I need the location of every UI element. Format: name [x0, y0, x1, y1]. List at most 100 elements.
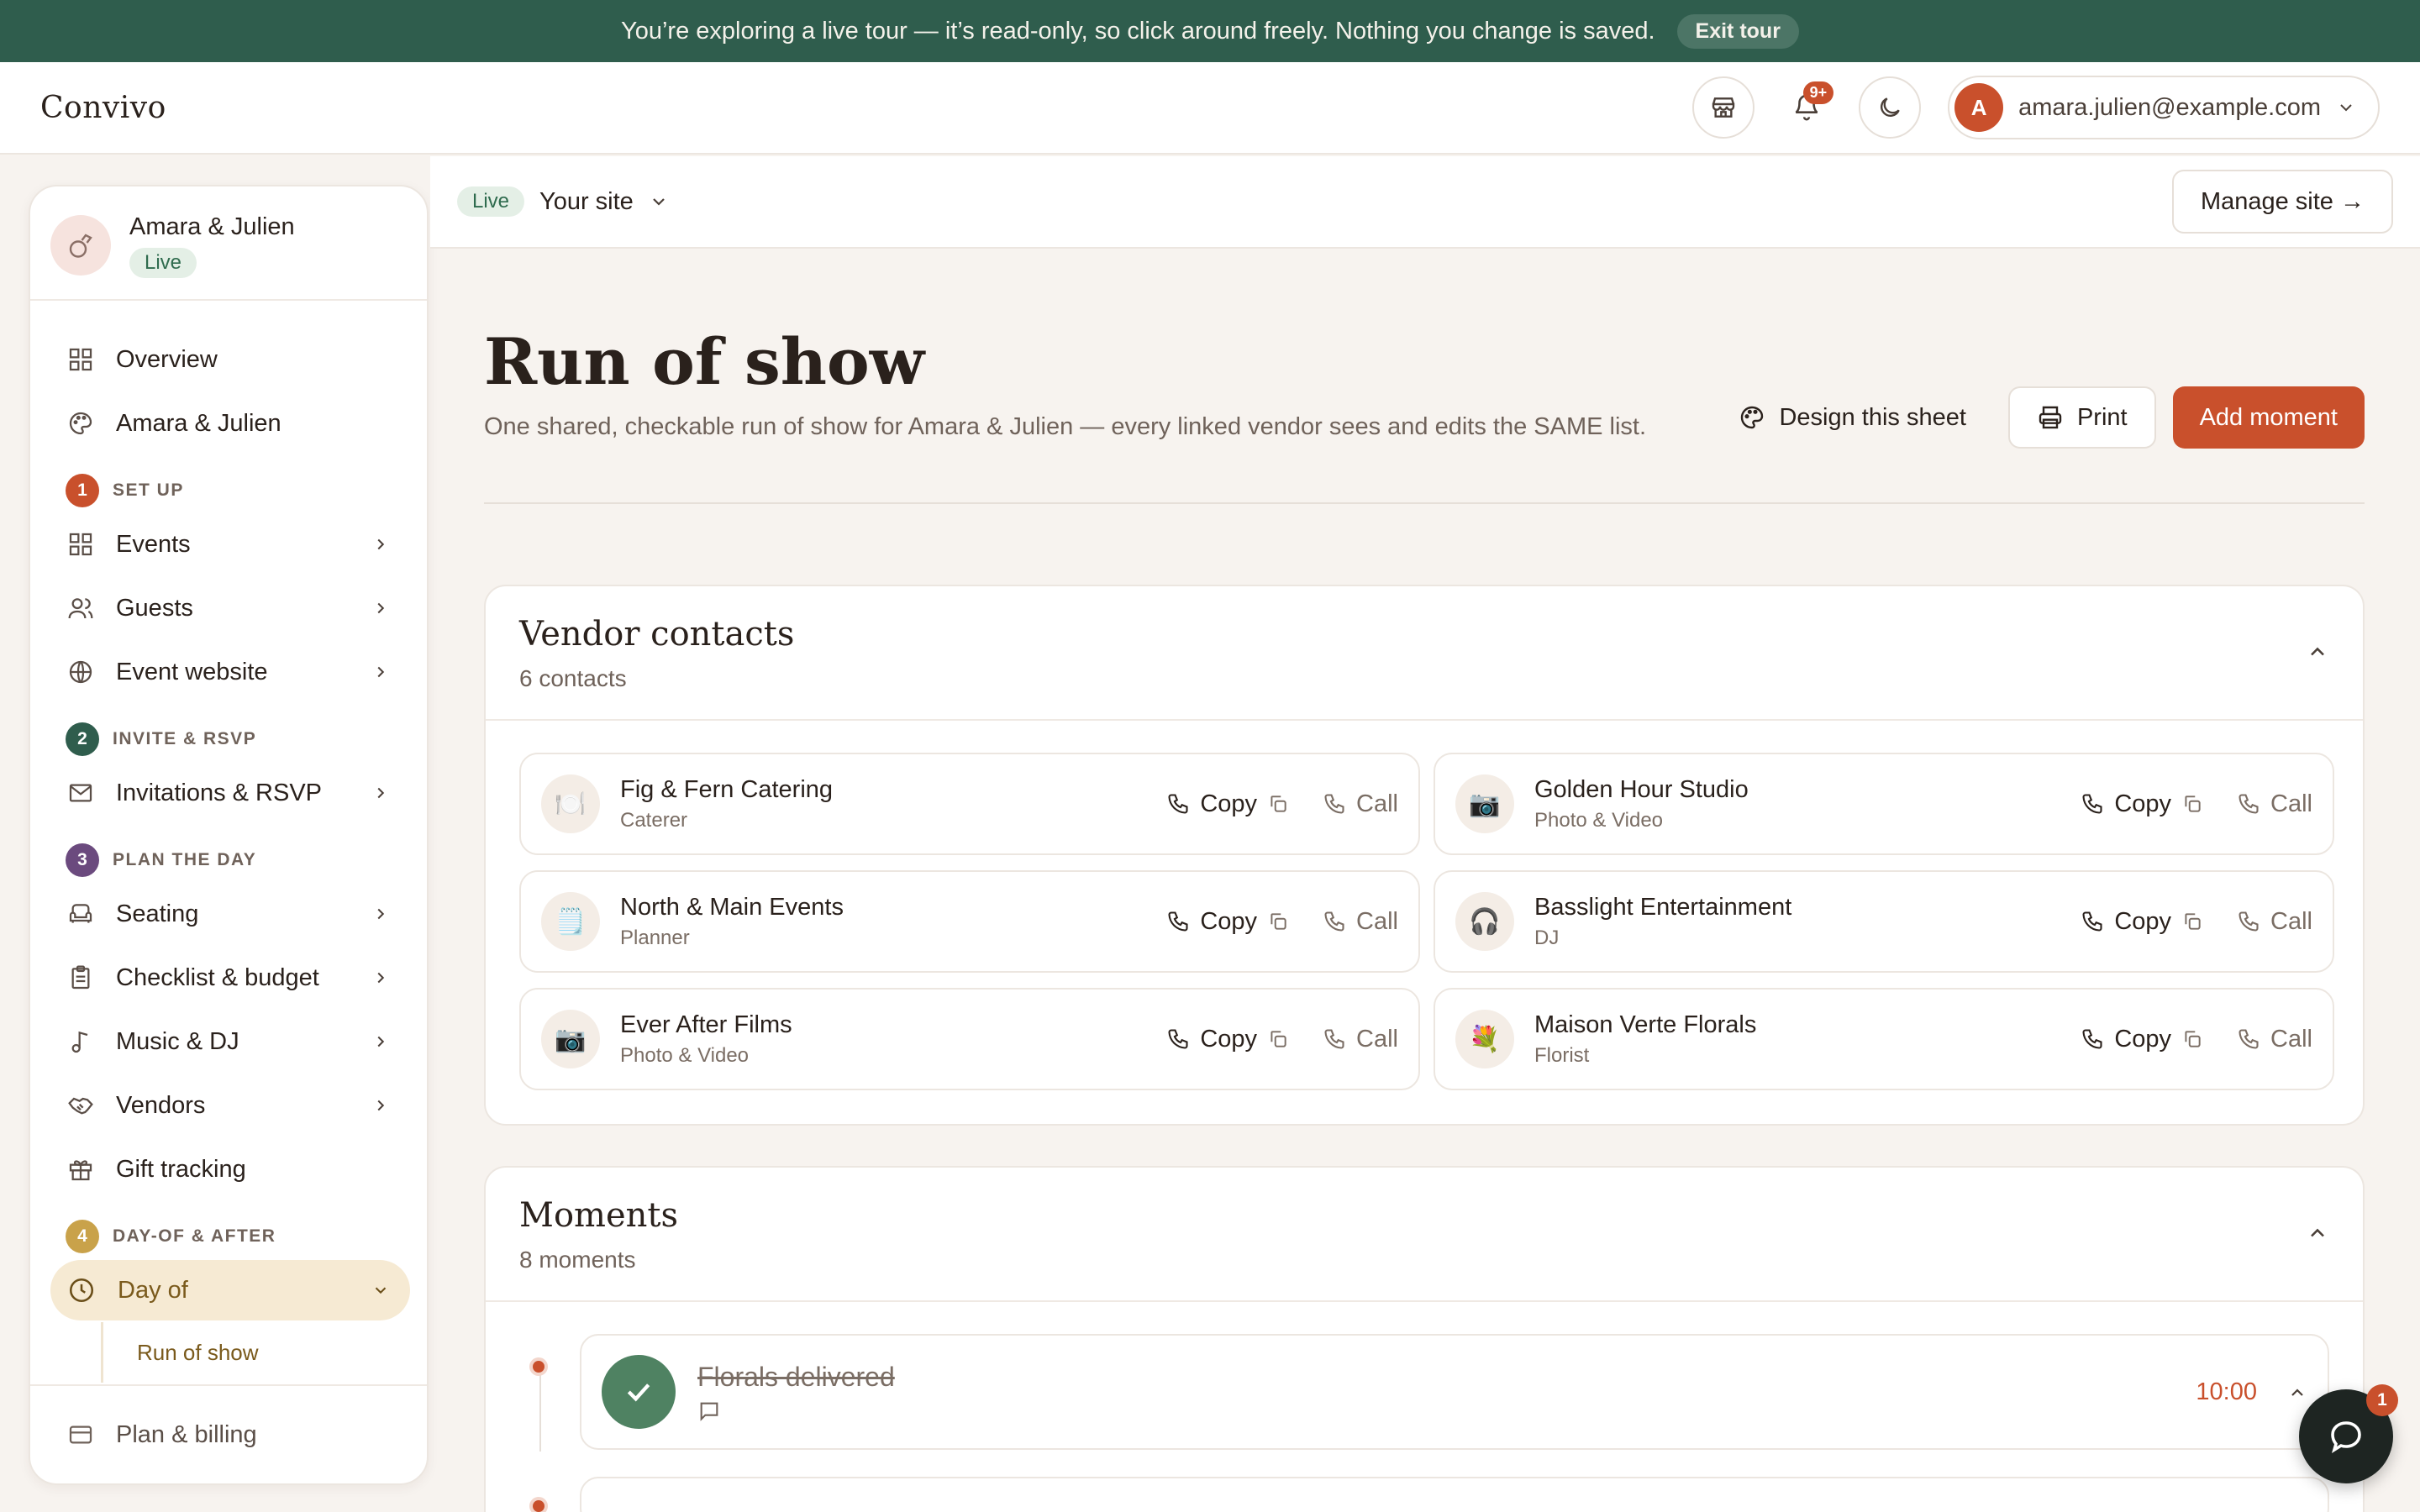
vendor-contact-row[interactable]: 📷 Ever After Films Photo & Video Copy Call	[519, 988, 1420, 1090]
music-note-icon	[67, 1028, 94, 1055]
moments-header[interactable]: Moments 8 moments	[486, 1168, 2363, 1302]
moon-icon	[1876, 94, 1903, 121]
handshake-icon	[67, 1092, 94, 1119]
sidebar-item-plan-billing[interactable]: Plan & billing	[50, 1404, 410, 1465]
sidebar-item-label: Music & DJ	[116, 1027, 239, 1055]
grid-icon	[67, 531, 94, 558]
vendor-contact-row[interactable]: 📷 Golden Hour Studio Photo & Video Copy Call	[1434, 753, 2334, 855]
moment-item[interactable]	[580, 1477, 2329, 1512]
vendor-contact-row[interactable]: 🎧 Basslight Entertainment DJ Copy Call	[1434, 870, 2334, 973]
card-count: 8 moments	[519, 1247, 636, 1273]
vendor-contact-row[interactable]: 🗒️ North & Main Events Planner Copy Call	[519, 870, 1420, 973]
sidebar-item-vendors[interactable]: Vendors	[50, 1075, 410, 1136]
phone-icon	[2237, 1027, 2260, 1051]
check-icon[interactable]	[602, 1355, 676, 1429]
chevron-down-icon	[2336, 97, 2356, 118]
vendor-name: Golden Hour Studio	[1534, 775, 1749, 803]
vendor-name: North & Main Events	[620, 893, 844, 921]
chevron-right-icon	[371, 784, 390, 802]
moment-title: Florals delivered	[697, 1361, 895, 1392]
sidebar-item-day-of[interactable]: Day of	[50, 1260, 410, 1320]
chevron-up-icon[interactable]	[2287, 1383, 2307, 1403]
copy-phone-button[interactable]: Copy	[2081, 790, 2203, 818]
phone-icon	[2237, 792, 2260, 816]
sidebar-item-event-website[interactable]: Event website	[50, 642, 410, 702]
call-button[interactable]: Call	[1323, 790, 1398, 818]
sidebar-item-checklist[interactable]: Checklist & budget	[50, 948, 410, 1008]
sidebar-item-events[interactable]: Events	[50, 514, 410, 575]
copy-label: Copy	[2114, 1025, 2172, 1053]
copy-phone-button[interactable]: Copy	[1166, 1026, 1289, 1053]
moment-item[interactable]: Florals delivered 10:00	[580, 1334, 2329, 1450]
call-button[interactable]: Call	[1323, 1026, 1398, 1053]
sidebar-item-overview[interactable]: Overview	[50, 329, 410, 390]
sidebar-divider	[30, 1384, 427, 1386]
vendor-icon: 🎧	[1455, 892, 1514, 951]
copy-label: Copy	[2114, 790, 2172, 817]
sidebar-item-invitations[interactable]: Invitations & RSVP	[50, 763, 410, 823]
storefront-button[interactable]	[1692, 76, 1755, 139]
theme-toggle-button[interactable]	[1859, 76, 1922, 139]
site-bar: Live Your site Manage site →	[430, 156, 2420, 249]
timeline-line	[539, 1368, 541, 1452]
mail-icon	[67, 780, 94, 806]
chevron-right-icon	[371, 599, 390, 617]
exit-tour-button[interactable]: Exit tour	[1676, 13, 1799, 49]
user-menu[interactable]: A amara.julien@example.com	[1948, 76, 2380, 139]
design-sheet-button[interactable]: Design this sheet	[1713, 386, 1991, 449]
vendor-role: Photo & Video	[620, 1043, 750, 1067]
page-actions: Design this sheet Print Add moment	[1713, 386, 2365, 449]
phone-icon	[2081, 1027, 2104, 1051]
sidebar: Amara & Julien Live Overview Amara & Jul…	[29, 185, 429, 1485]
copy-phone-button[interactable]: Copy	[2081, 1026, 2203, 1053]
manage-site-button[interactable]: Manage site →	[2171, 170, 2393, 234]
copy-icon	[2181, 793, 2203, 815]
brand-logo[interactable]: Convivo	[40, 91, 166, 125]
phone-icon	[1166, 792, 1190, 816]
grid-icon	[67, 346, 94, 373]
users-icon	[67, 595, 94, 622]
page-title: Run of show	[484, 324, 925, 399]
sidebar-item-seating[interactable]: Seating	[50, 884, 410, 944]
call-label: Call	[1356, 790, 1398, 817]
chevron-up-icon[interactable]	[2306, 1221, 2329, 1245]
call-button[interactable]: Call	[2237, 1026, 2312, 1053]
print-label: Print	[2076, 403, 2128, 431]
step-number: 4	[66, 1220, 99, 1253]
sidebar-item-couple[interactable]: Amara & Julien	[50, 393, 410, 454]
divider	[484, 502, 2365, 504]
chat-button[interactable]: 1	[2299, 1384, 2398, 1483]
call-button[interactable]: Call	[1323, 908, 1398, 936]
call-button[interactable]: Call	[2237, 790, 2312, 818]
vendor-contact-row[interactable]: 💐 Maison Verte Florals Florist Copy Call	[1434, 988, 2334, 1090]
vendor-name: Basslight Entertainment	[1534, 893, 1792, 921]
section-label: PLAN THE DAY	[113, 850, 257, 869]
sidebar-subitem-run-of-show[interactable]: Run of show	[101, 1322, 259, 1383]
add-moment-button[interactable]: Add moment	[2172, 386, 2365, 449]
vendor-contact-row[interactable]: 🍽️ Fig & Fern Catering Caterer Copy Call	[519, 753, 1420, 855]
sidebar-item-label: Invitations & RSVP	[116, 779, 322, 806]
vendor-contacts-header[interactable]: Vendor contacts 6 contacts	[486, 586, 2363, 721]
phone-icon	[2237, 910, 2260, 933]
vendor-role: Caterer	[620, 808, 688, 832]
vendor-role: Planner	[620, 926, 690, 949]
sidebar-item-guests[interactable]: Guests	[50, 578, 410, 638]
site-selector[interactable]: Live Your site	[457, 186, 669, 217]
phone-icon	[1323, 792, 1346, 816]
card-title: Moments	[519, 1196, 679, 1235]
notifications-button[interactable]: 9+	[1781, 76, 1834, 139]
tour-banner-message: You’re exploring a live tour — it’s read…	[621, 17, 1655, 45]
copy-phone-button[interactable]: Copy	[1166, 790, 1289, 818]
chevron-up-icon[interactable]	[2306, 640, 2329, 664]
sidebar-item-label: Event website	[116, 658, 268, 685]
comment-icon[interactable]	[697, 1399, 895, 1423]
copy-phone-button[interactable]: Copy	[2081, 908, 2203, 936]
call-button[interactable]: Call	[2237, 908, 2312, 936]
sidebar-item-music[interactable]: Music & DJ	[50, 1011, 410, 1072]
sidebar-item-gift-tracking[interactable]: Gift tracking	[50, 1139, 410, 1200]
sidebar-profile[interactable]: Amara & Julien Live	[30, 186, 427, 301]
print-button[interactable]: Print	[2007, 386, 2156, 449]
vendor-icon: 💐	[1455, 1010, 1514, 1068]
copy-phone-button[interactable]: Copy	[1166, 908, 1289, 936]
design-sheet-label: Design this sheet	[1779, 403, 1966, 431]
